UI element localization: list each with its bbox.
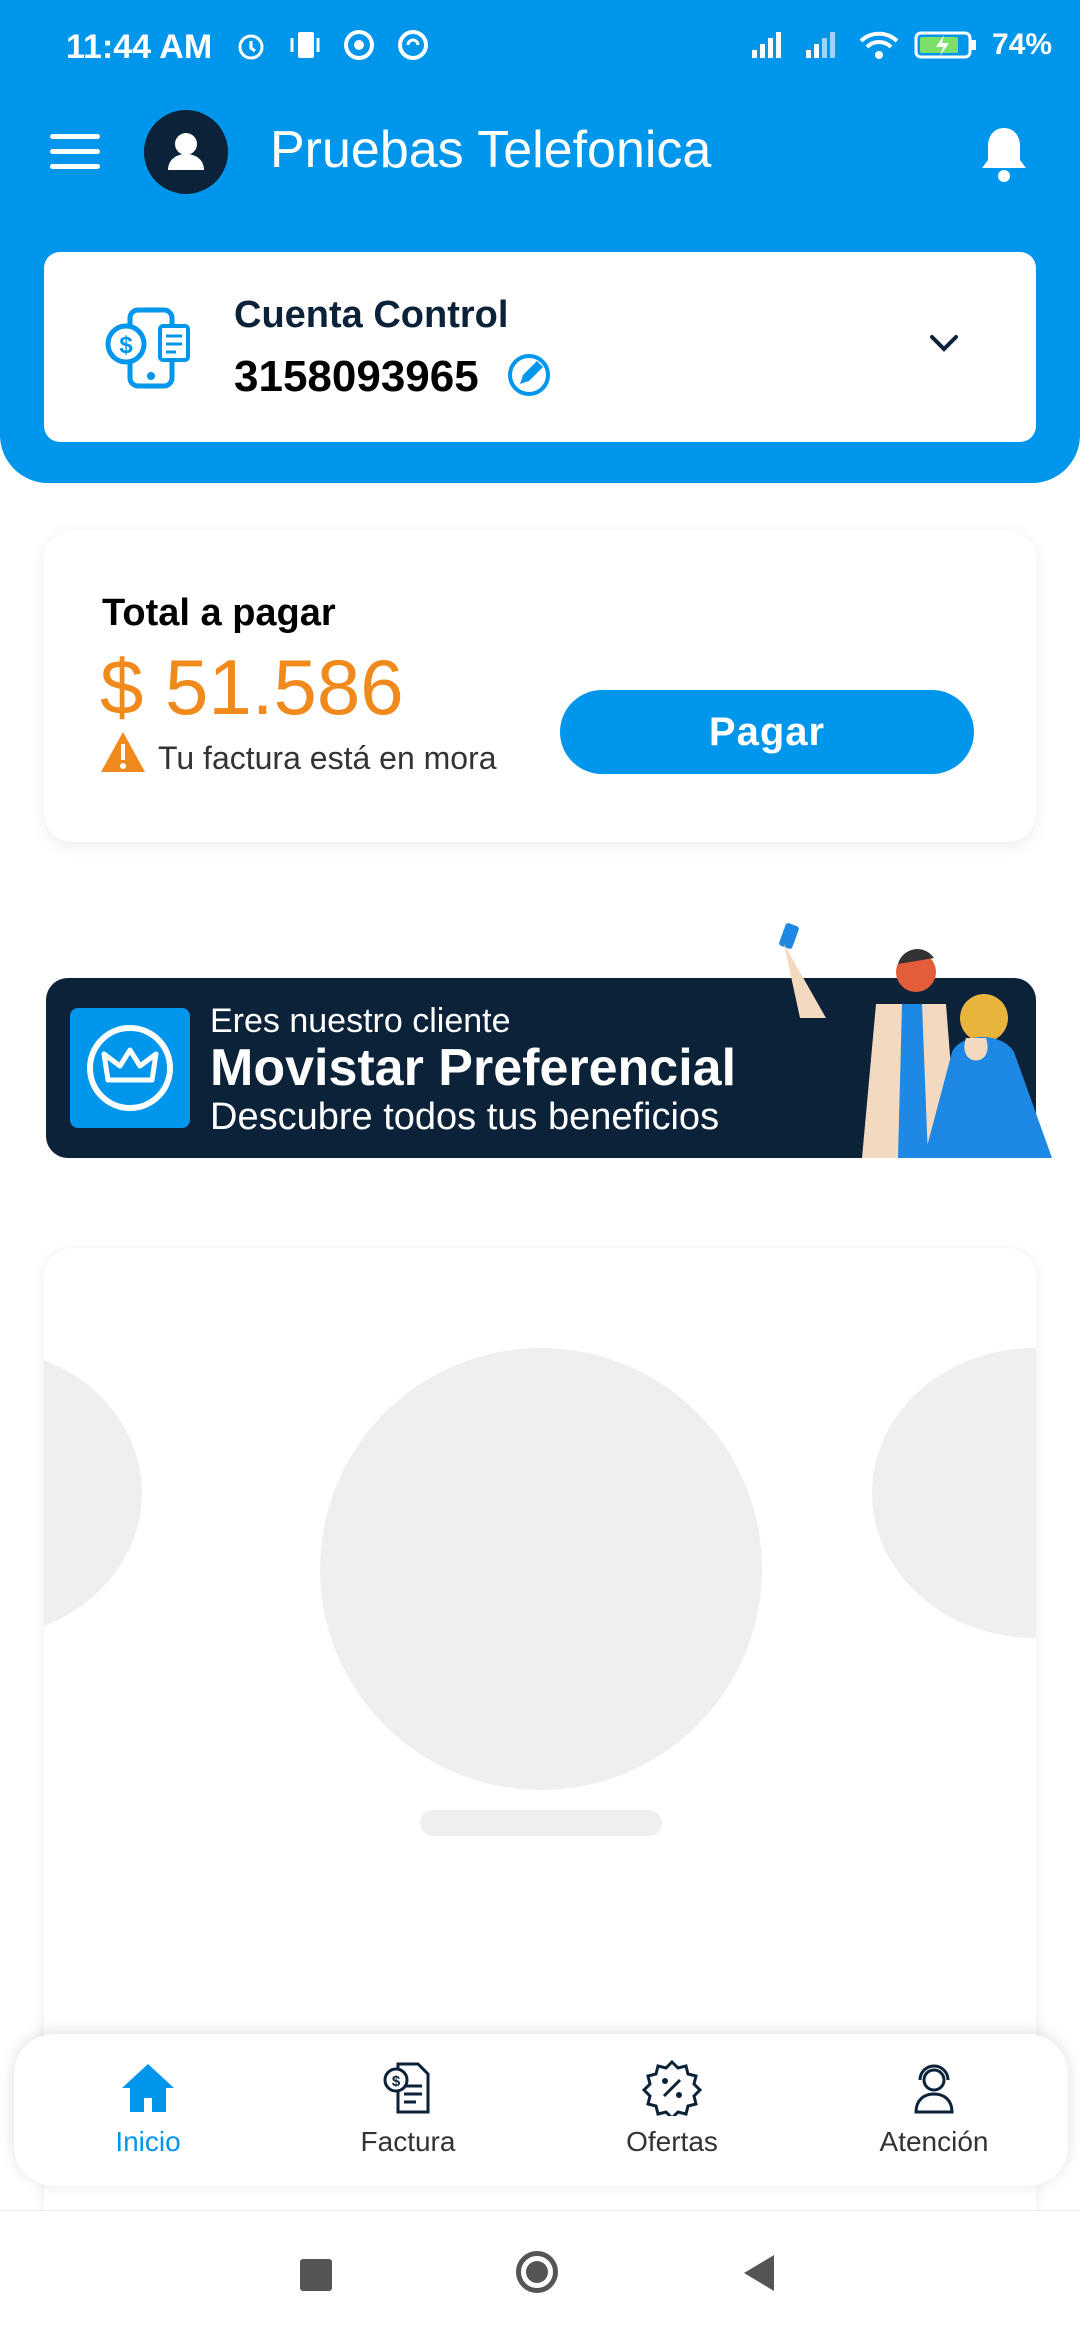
home-icon [122,2064,174,2112]
edit-icon[interactable] [506,352,552,398]
phone-bill-icon: $ [105,307,190,389]
battery-charging-icon [914,31,976,59]
support-agent-icon [914,2064,954,2114]
couple-selfie-illustration [779,923,1052,1158]
sync-icon [398,30,428,60]
signal-icon [751,32,781,58]
payment-amount: $ 51.586 [100,643,404,731]
crown-icon [87,1025,173,1111]
nav-label-inicio: Inicio [115,2126,181,2157]
page-title: Pruebas Telefonica [270,121,712,179]
discount-badge-icon [642,2060,702,2116]
wifi-icon [859,31,899,59]
carousel-label-placeholder [420,1810,662,1836]
account-type: Cuenta Control [234,294,509,336]
user-icon [168,133,204,170]
crown-badge [70,1008,190,1128]
phone-vibrate-icon [290,32,320,58]
system-navigation-bar [0,2210,1080,2341]
app-header: 11:44 AM 74% Pruebas Telefonica $ Cuenta… [0,0,1080,483]
back-icon[interactable] [744,2255,774,2291]
banner-title: Movistar Preferencial [210,1039,737,1097]
home-button-icon[interactable] [516,2251,558,2293]
avatar[interactable] [144,110,228,194]
invoice-icon: $ [383,2062,430,2114]
banner-subtitle: Eres nuestro cliente [210,1002,511,1040]
nav-item-inicio[interactable]: Inicio [48,2060,248,2170]
top-app-bar: Pruebas Telefonica [0,110,1080,194]
svg-text:$: $ [119,332,133,359]
nav-item-atencion[interactable]: Atención [834,2060,1034,2170]
carousel-item-center [320,1348,762,1790]
nav-label-atencion: Atención [879,2126,989,2157]
status-right-icons: 74% [750,28,1052,62]
pay-button[interactable]: Pagar [560,690,974,774]
status-time: 11:44 AM [66,28,213,66]
preferential-banner[interactable]: Eres nuestro cliente Movistar Preferenci… [46,923,1052,1158]
payment-card: Total a pagar $ 51.586 Tu factura está e… [44,530,1036,842]
signal-icon [805,32,835,58]
battery-percent: 74% [991,28,1052,61]
chevron-down-icon[interactable] [924,328,964,358]
status-left-icons [234,28,430,62]
payment-label: Total a pagar [102,592,336,634]
status-bar: 11:44 AM 74% [0,0,1080,96]
svg-text:$: $ [392,2073,401,2090]
nav-label-factura: Factura [360,2126,456,2157]
overdue-warning-text: Tu factura está en mora [158,740,497,776]
warning-icon [101,732,145,772]
hamburger-menu-icon[interactable] [50,134,104,172]
alarm-icon [238,34,264,60]
nav-item-factura[interactable]: $ Factura [308,2060,508,2170]
bottom-navigation: Inicio $ Factura Ofertas Atención [14,2034,1068,2186]
recents-icon[interactable] [300,2259,332,2291]
carousel-item-right [872,1348,1036,1638]
account-number: 3158093965 [234,352,479,401]
carousel-item-left [44,1348,142,1638]
banner-caption: Descubre todos tus beneficios [210,1096,720,1138]
account-selector-card[interactable]: $ Cuenta Control 3158093965 [44,252,1036,442]
nav-label-ofertas: Ofertas [626,2126,718,2157]
bell-icon[interactable] [976,122,1032,184]
nav-item-ofertas[interactable]: Ofertas [572,2060,772,2170]
chrome-icon [344,30,374,60]
